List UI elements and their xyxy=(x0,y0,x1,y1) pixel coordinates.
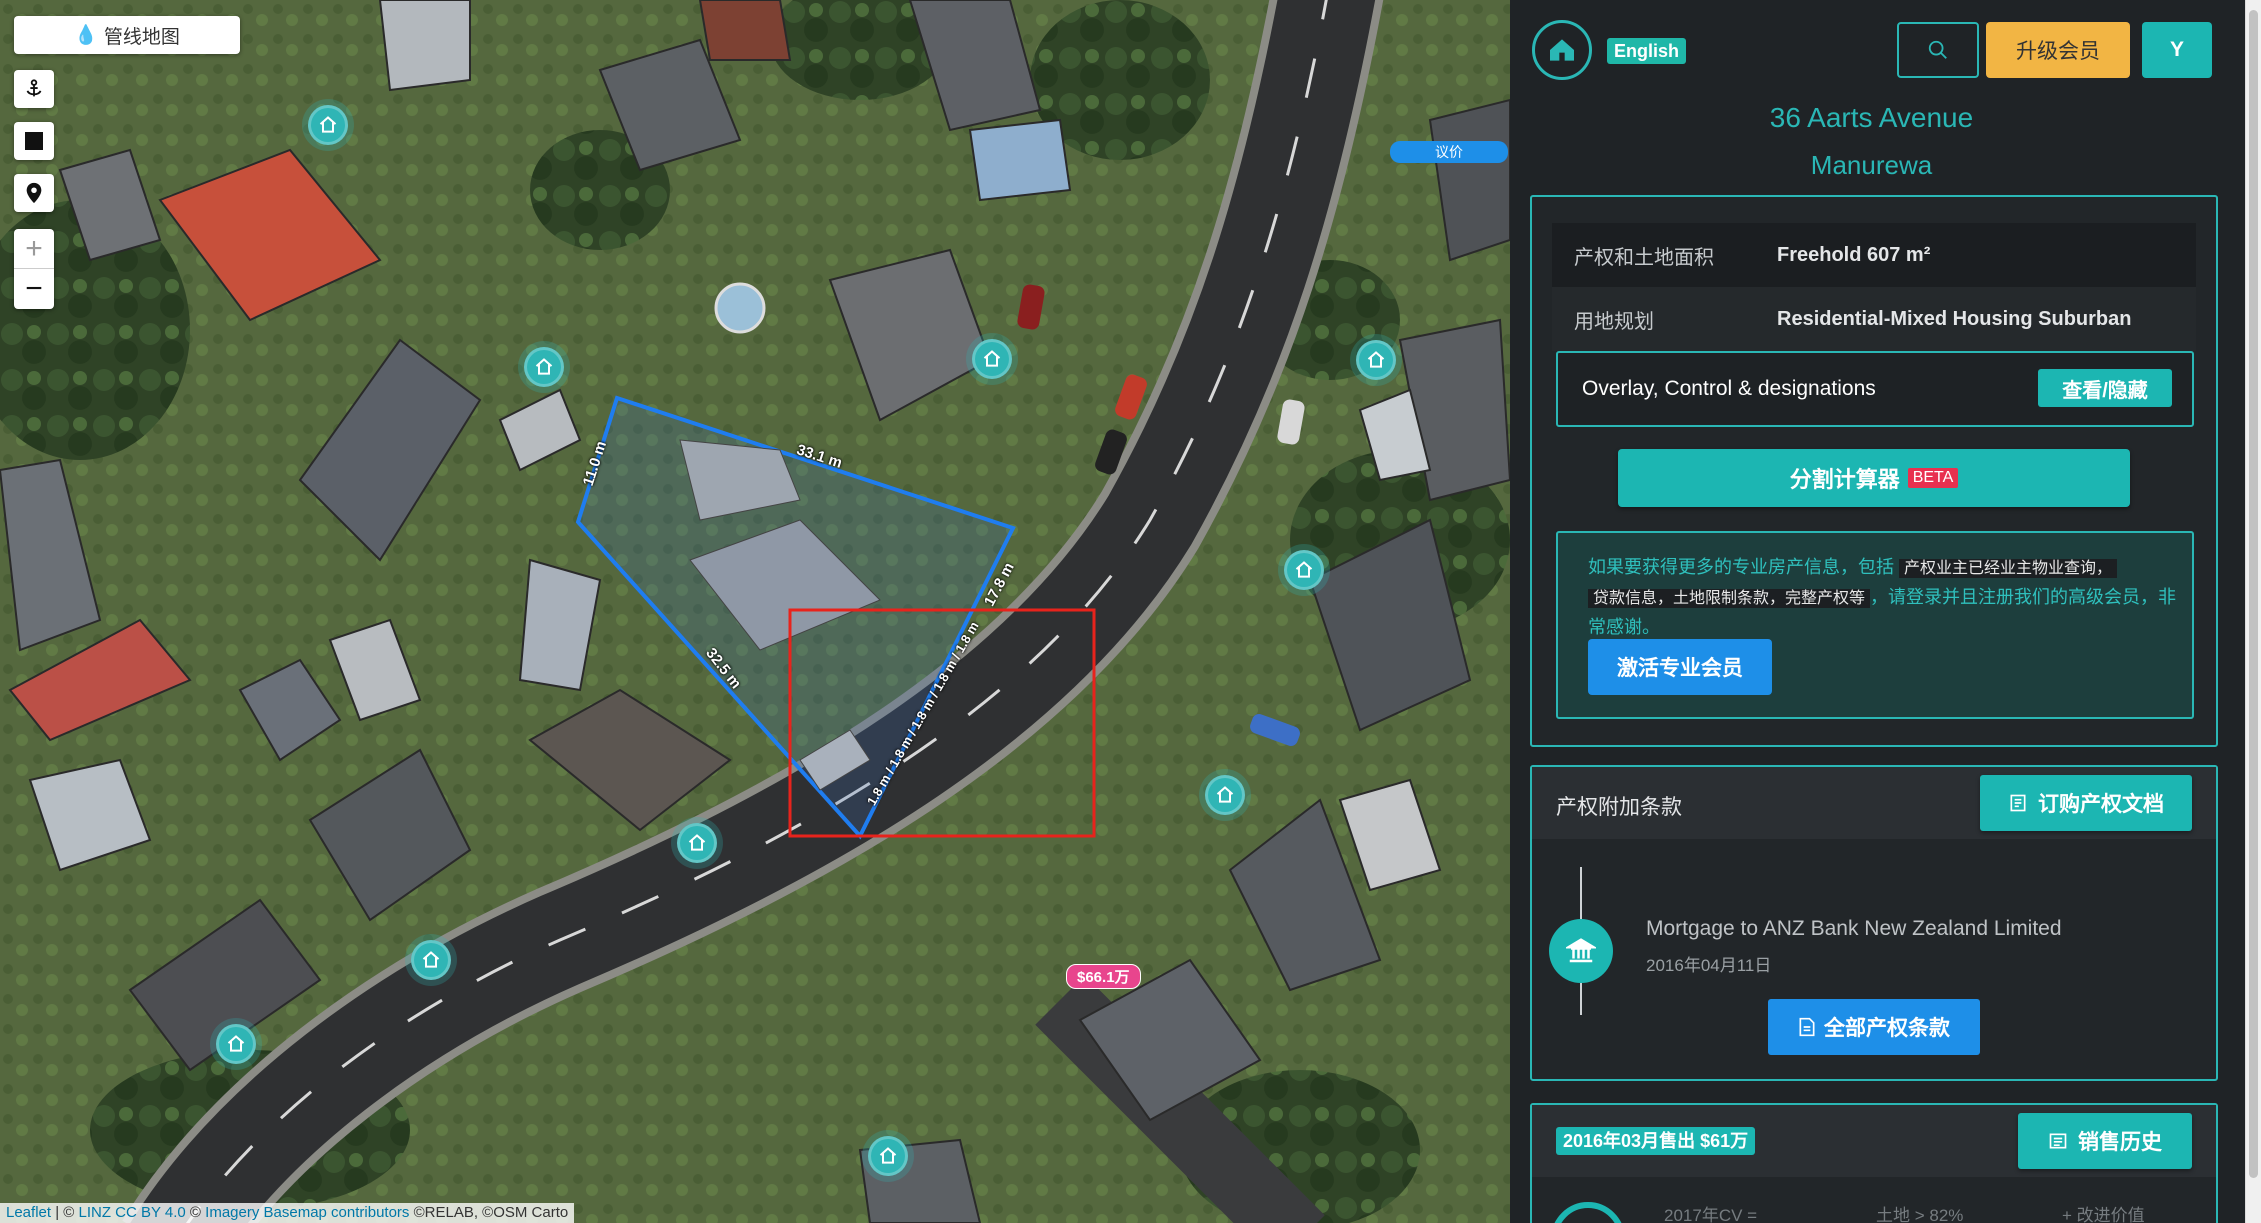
map-attribution: Leaflet | © LINZ CC BY 4.0 © Imagery Bas… xyxy=(0,1203,575,1223)
attribution-separator-1: | © xyxy=(51,1204,79,1221)
imagery-link[interactable]: Imagery Basemap contributors xyxy=(205,1204,409,1221)
sales-history-button[interactable]: 销售历史 xyxy=(2018,1113,2192,1169)
house-icon xyxy=(1367,351,1385,368)
property-marker[interactable] xyxy=(677,823,717,863)
bank-icon xyxy=(1549,919,1613,983)
home-logo-icon xyxy=(1550,39,1574,61)
logo-home-button[interactable] xyxy=(1532,20,1592,80)
property-marker[interactable] xyxy=(308,105,348,145)
property-marker[interactable] xyxy=(972,339,1012,379)
land-partial-text: 土地 > 82% xyxy=(1876,1206,1964,1223)
mortgage-date: 2016年04月11日 xyxy=(1646,956,1772,975)
property-marker[interactable] xyxy=(1205,775,1245,815)
promo-text-a: 如果要获得更多的专业房产信息，包括 xyxy=(1588,557,1899,577)
house-icon xyxy=(983,350,1001,367)
all-title-clauses-button[interactable]: 全部产权条款 xyxy=(1768,999,1980,1055)
property-marker[interactable] xyxy=(524,347,564,387)
list-icon xyxy=(2049,1133,2067,1149)
marker-tool-button[interactable] xyxy=(14,174,54,212)
overlay-section: Overlay, Control & designations 查看/隐藏 xyxy=(1556,351,2194,427)
promo-text: 如果要获得更多的专业房产信息，包括 产权业主已经业主物业查询， 贷款信息，土地限制… xyxy=(1588,553,2178,641)
property-marker[interactable] xyxy=(1356,340,1396,380)
mortgage-title: Mortgage to ANZ Bank New Zealand Limited xyxy=(1646,917,2062,940)
pipe-map-button[interactable]: 💧 管线地图 xyxy=(14,16,240,54)
subdivision-calculator-label: 分割计算器 xyxy=(1789,467,1900,492)
premium-promo-box: 如果要获得更多的专业房产信息，包括 产权业主已经业主物业查询， 贷款信息，土地限制… xyxy=(1556,531,2194,719)
timeline-line xyxy=(1580,867,1582,919)
tenure-label: 产权和土地面积 xyxy=(1574,246,1714,269)
cv-gauge-icon xyxy=(1554,1202,1622,1223)
toggle-overlay-button[interactable]: 查看/隐藏 xyxy=(2038,369,2172,407)
search-button[interactable] xyxy=(1897,22,1979,78)
pin-icon xyxy=(26,182,42,204)
price-pill-listing[interactable]: $66.1万 xyxy=(1066,964,1141,989)
house-icon xyxy=(688,834,706,851)
zoning-row: 用地规划 Residential-Mixed Housing Suburban xyxy=(1552,287,2196,351)
zoom-in-button[interactable]: + xyxy=(14,229,54,269)
house-icon xyxy=(1295,561,1313,578)
beta-badge: BETA xyxy=(1907,468,1959,488)
document-list-icon xyxy=(2010,794,2026,812)
price-pill-negotiable[interactable]: 议价 xyxy=(1390,141,1508,163)
address-suburb: Manurewa xyxy=(1810,150,1933,180)
zoom-out-button[interactable]: − xyxy=(14,269,54,309)
promo-highlight-a: 产权业主已经业主物业查询， xyxy=(1899,559,2118,578)
leaflet-link[interactable]: Leaflet xyxy=(6,1204,51,1221)
top-bar: English 升级会员 Y xyxy=(1510,0,2245,100)
house-icon xyxy=(535,358,553,375)
property-info-card: 产权和土地面积 Freehold 607 m² 用地规划 Residential… xyxy=(1530,195,2218,747)
house-icon xyxy=(227,1035,245,1052)
droplet-icon: 💧 xyxy=(74,25,98,46)
sales-card: 2016年03月售出 $61万 销售历史 2017年CV = 土地 > 82% … xyxy=(1530,1103,2218,1223)
house-icon xyxy=(422,951,440,968)
scrollbar-thumb[interactable] xyxy=(2249,10,2258,1178)
activate-pro-button[interactable]: 激活专业会员 xyxy=(1588,639,1772,695)
search-icon xyxy=(1928,40,1947,59)
language-toggle[interactable]: English xyxy=(1607,38,1687,64)
order-title-label: 订购产权文档 xyxy=(2038,793,2164,816)
zoning-value: Residential-Mixed Housing Suburban xyxy=(1777,307,2132,330)
cv-partial-text: 2017年CV = xyxy=(1664,1206,1758,1223)
linz-link[interactable]: LINZ CC BY 4.0 xyxy=(79,1204,186,1221)
property-marker[interactable] xyxy=(868,1136,908,1176)
overlay-label: Overlay, Control & designations xyxy=(1582,377,1876,400)
pipe-map-label: 管线地图 xyxy=(103,26,180,48)
document-icon xyxy=(1799,1017,1815,1037)
anchor-tool-button[interactable] xyxy=(14,70,54,108)
page-scrollbar[interactable] xyxy=(2245,0,2261,1223)
user-avatar-button[interactable]: Y xyxy=(2142,22,2212,78)
house-icon xyxy=(319,116,337,133)
house-icon xyxy=(879,1147,897,1164)
sales-header: 2016年03月售出 $61万 销售历史 xyxy=(1532,1105,2216,1177)
sold-badge: 2016年03月售出 $61万 xyxy=(1556,1127,1756,1155)
title-clauses-heading: 产权附加条款 xyxy=(1556,796,1682,819)
title-clauses-card: 产权附加条款 订购产权文档 Mortgage to ANZ Bank New Z… xyxy=(1530,765,2218,1081)
subdivision-calculator-button[interactable]: 分割计算器 BETA xyxy=(1618,449,2130,507)
property-marker[interactable] xyxy=(411,940,451,980)
all-title-clauses-label: 全部产权条款 xyxy=(1824,1017,1950,1040)
title-clauses-header: 产权附加条款 订购产权文档 xyxy=(1532,767,2216,839)
map-view[interactable]: 33.1 m 11.0 m 32.5 m 17.8 m 1.8 m / 1.8 … xyxy=(0,0,1510,1223)
timeline-line xyxy=(1580,983,1582,1015)
promo-highlight-b: 贷款信息，土地限制条款，完整产权等 xyxy=(1588,589,1871,608)
attribution-separator-2: © xyxy=(185,1204,206,1221)
tenure-value: Freehold 607 m² xyxy=(1777,243,1931,266)
order-title-button[interactable]: 订购产权文档 xyxy=(1980,775,2192,831)
upgrade-membership-button[interactable]: 升级会员 xyxy=(1986,22,2130,78)
square-icon xyxy=(25,132,43,150)
anchor-icon xyxy=(26,79,42,97)
property-marker[interactable] xyxy=(216,1024,256,1064)
property-panel: English 升级会员 Y 36 Aarts Avenue Manurewa … xyxy=(1510,0,2245,1223)
sales-history-label: 销售历史 xyxy=(2078,1131,2162,1154)
zoning-label: 用地规划 xyxy=(1574,310,1654,333)
address-street: 36 Aarts Avenue xyxy=(1769,102,1974,133)
zoom-control: + − xyxy=(14,229,54,309)
attribution-rest: ©RELAB, ©OSM Carto xyxy=(409,1204,569,1221)
improvement-partial-text: + 改进价值 xyxy=(2062,1206,2145,1223)
tenure-row: 产权和土地面积 Freehold 607 m² xyxy=(1552,223,2196,287)
house-icon xyxy=(1216,786,1234,803)
property-marker[interactable] xyxy=(1284,550,1324,590)
square-tool-button[interactable] xyxy=(14,122,54,160)
